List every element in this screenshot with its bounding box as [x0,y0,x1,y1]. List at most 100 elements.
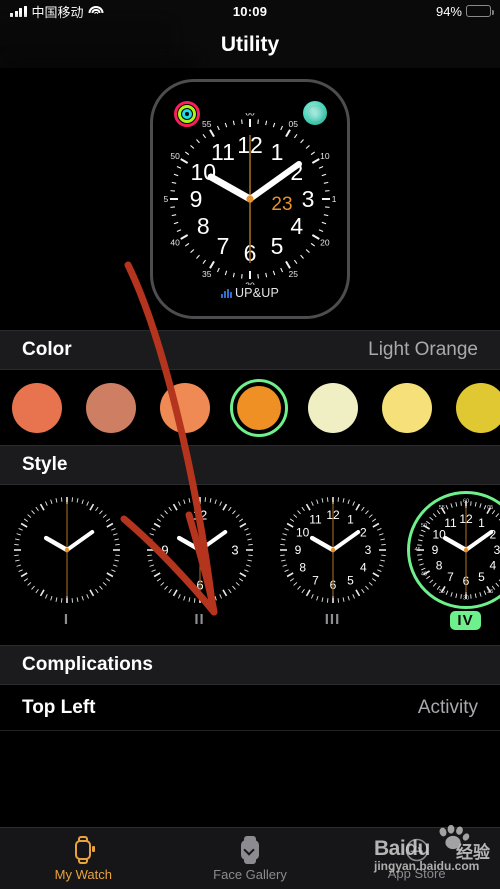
status-bar: 中国移动 10:09 94% [0,0,500,22]
style-hour-hand [43,535,69,553]
color-swatch-gold[interactable] [444,373,500,443]
style-hour-numeral: 8 [299,561,306,575]
hour-numeral: 3 [302,186,315,212]
hour-numeral: 7 [217,233,230,259]
hands-center-pin [246,195,254,203]
watch-icon [72,835,96,864]
minute-numeral: 20 [320,237,330,247]
color-swatch-row[interactable] [0,370,500,445]
hour-numeral: 1 [271,139,284,165]
style-hour-hand [309,535,335,553]
nav-bar: Utility [0,22,500,74]
style-option-face: 121234567891011600510152025303540455055 [406,491,500,609]
baidu-watermark: Baidu 经验 jingyan.baidu.com [368,825,496,883]
style-option-label: IV [450,611,481,630]
complication-row-value: Activity [417,696,478,718]
style-center-pin [197,547,202,553]
style-option-label: II [194,611,205,628]
hour-numeral: 5 [271,233,284,259]
watch-dial: 121234567891011 600510152025303540455055… [164,113,336,285]
color-section-value: Light Orange [368,339,478,360]
color-swatch-light-yellow[interactable] [370,373,444,443]
style-hour-hand [176,535,202,553]
style-hour-numeral: 9 [294,543,301,557]
style-hour-numeral: 3 [231,543,238,558]
style-center-pin [64,547,69,553]
minute-numeral: 25 [289,269,299,279]
minute-numeral: 55 [202,119,212,129]
style-option-III[interactable]: 121234567891011III [266,491,399,628]
color-swatch-pale-cream[interactable] [296,373,370,443]
battery-icon [466,5,494,17]
color-swatch-fill [12,382,62,433]
style-option-label: III [324,611,341,628]
color-swatch-light-orange[interactable] [222,373,296,443]
watch-device-frame: 121234567891011 600510152025303540455055… [150,79,350,319]
date-complication: 23 [271,194,292,215]
minute-numeral: 10 [320,151,330,161]
watermark-brand: Baidu [374,837,430,860]
minute-numeral: 05 [289,119,299,129]
color-swatch-fill [382,382,432,433]
color-swatch-dusty-rose[interactable] [74,373,148,443]
style-hour-numeral: 5 [347,573,354,587]
hour-numeral: 8 [197,213,210,239]
style-hour-numeral: 11 [309,513,322,527]
style-option-II[interactable]: 12369 II [133,491,266,628]
style-dial [13,497,120,603]
style-minute-hand [197,529,227,552]
complication-row-top-left[interactable]: Top Left Activity [0,685,500,731]
style-option-face [8,491,126,609]
minute-numeral: 40 [170,237,180,247]
hour-hand [207,173,254,203]
tab-my-watch[interactable]: My Watch [0,828,167,889]
page-title: Utility [220,33,280,56]
style-option-I[interactable]: I [0,491,133,628]
style-section-header[interactable]: Style [0,445,500,485]
style-option-face: 12369 [141,491,259,609]
tab-face-gallery-label: Face Gallery [213,866,287,882]
style-hour-numeral: 3 [364,543,371,557]
watch-dial-svg: 121234567891011 600510152025303540455055… [164,113,336,285]
status-bar-clock: 10:09 [232,3,268,19]
style-section-label: Style [22,454,68,475]
color-swatch-fill [160,382,210,433]
style-dial: 121234567891011 [279,497,386,603]
style-hour-numeral: 1 [347,513,354,527]
style-minute-hand [64,529,94,552]
complications-section-label: Complications [22,654,153,675]
style-option-row[interactable]: I12369II121234567891011III12123456789101… [0,485,500,645]
color-swatch-coral[interactable] [0,373,74,443]
status-bar-right: 94% [435,3,494,19]
minute-numeral: 60 [245,113,255,118]
style-hour-numeral: 2 [359,526,366,540]
tab-face-gallery[interactable]: Face Gallery [167,828,334,889]
style-center-pin [330,547,335,553]
battery-percent-label: 94% [435,3,462,19]
tab-my-watch-label: My Watch [54,866,112,882]
style-dial: 12369 [146,497,253,603]
minute-numeral: 15 [332,194,336,204]
bottom-complication: UP&UP [158,286,342,300]
color-swatch-light-salmon[interactable] [148,373,222,443]
style-hour-numeral: 7 [312,573,319,587]
watch-face-icon [239,835,261,864]
chart-icon [220,288,232,298]
color-swatch-fill [86,382,136,433]
complications-section-header: Complications [0,645,500,685]
watch-screen: 121234567891011 600510152025303540455055… [158,87,342,311]
style-hour-numeral: 10 [296,526,310,540]
style-option-IV[interactable]: 121234567891011600510152025303540455055 I… [399,491,500,630]
color-selection-ring [230,378,288,437]
style-option-label: I [63,611,70,628]
hour-numeral: 4 [290,213,303,239]
style-hour-numeral: 4 [359,561,366,575]
minute-numeral: 50 [170,151,180,161]
style-option-face: 121234567891011 [274,491,392,609]
watermark-url: jingyan.baidu.com [374,859,480,873]
watch-preview: 121234567891011 600510152025303540455055… [0,68,500,330]
hour-numeral: 11 [211,139,235,165]
color-swatch-fill [456,382,500,433]
complication-row-label: Top Left [22,696,96,718]
color-section-header[interactable]: Color Light Orange [0,330,500,370]
